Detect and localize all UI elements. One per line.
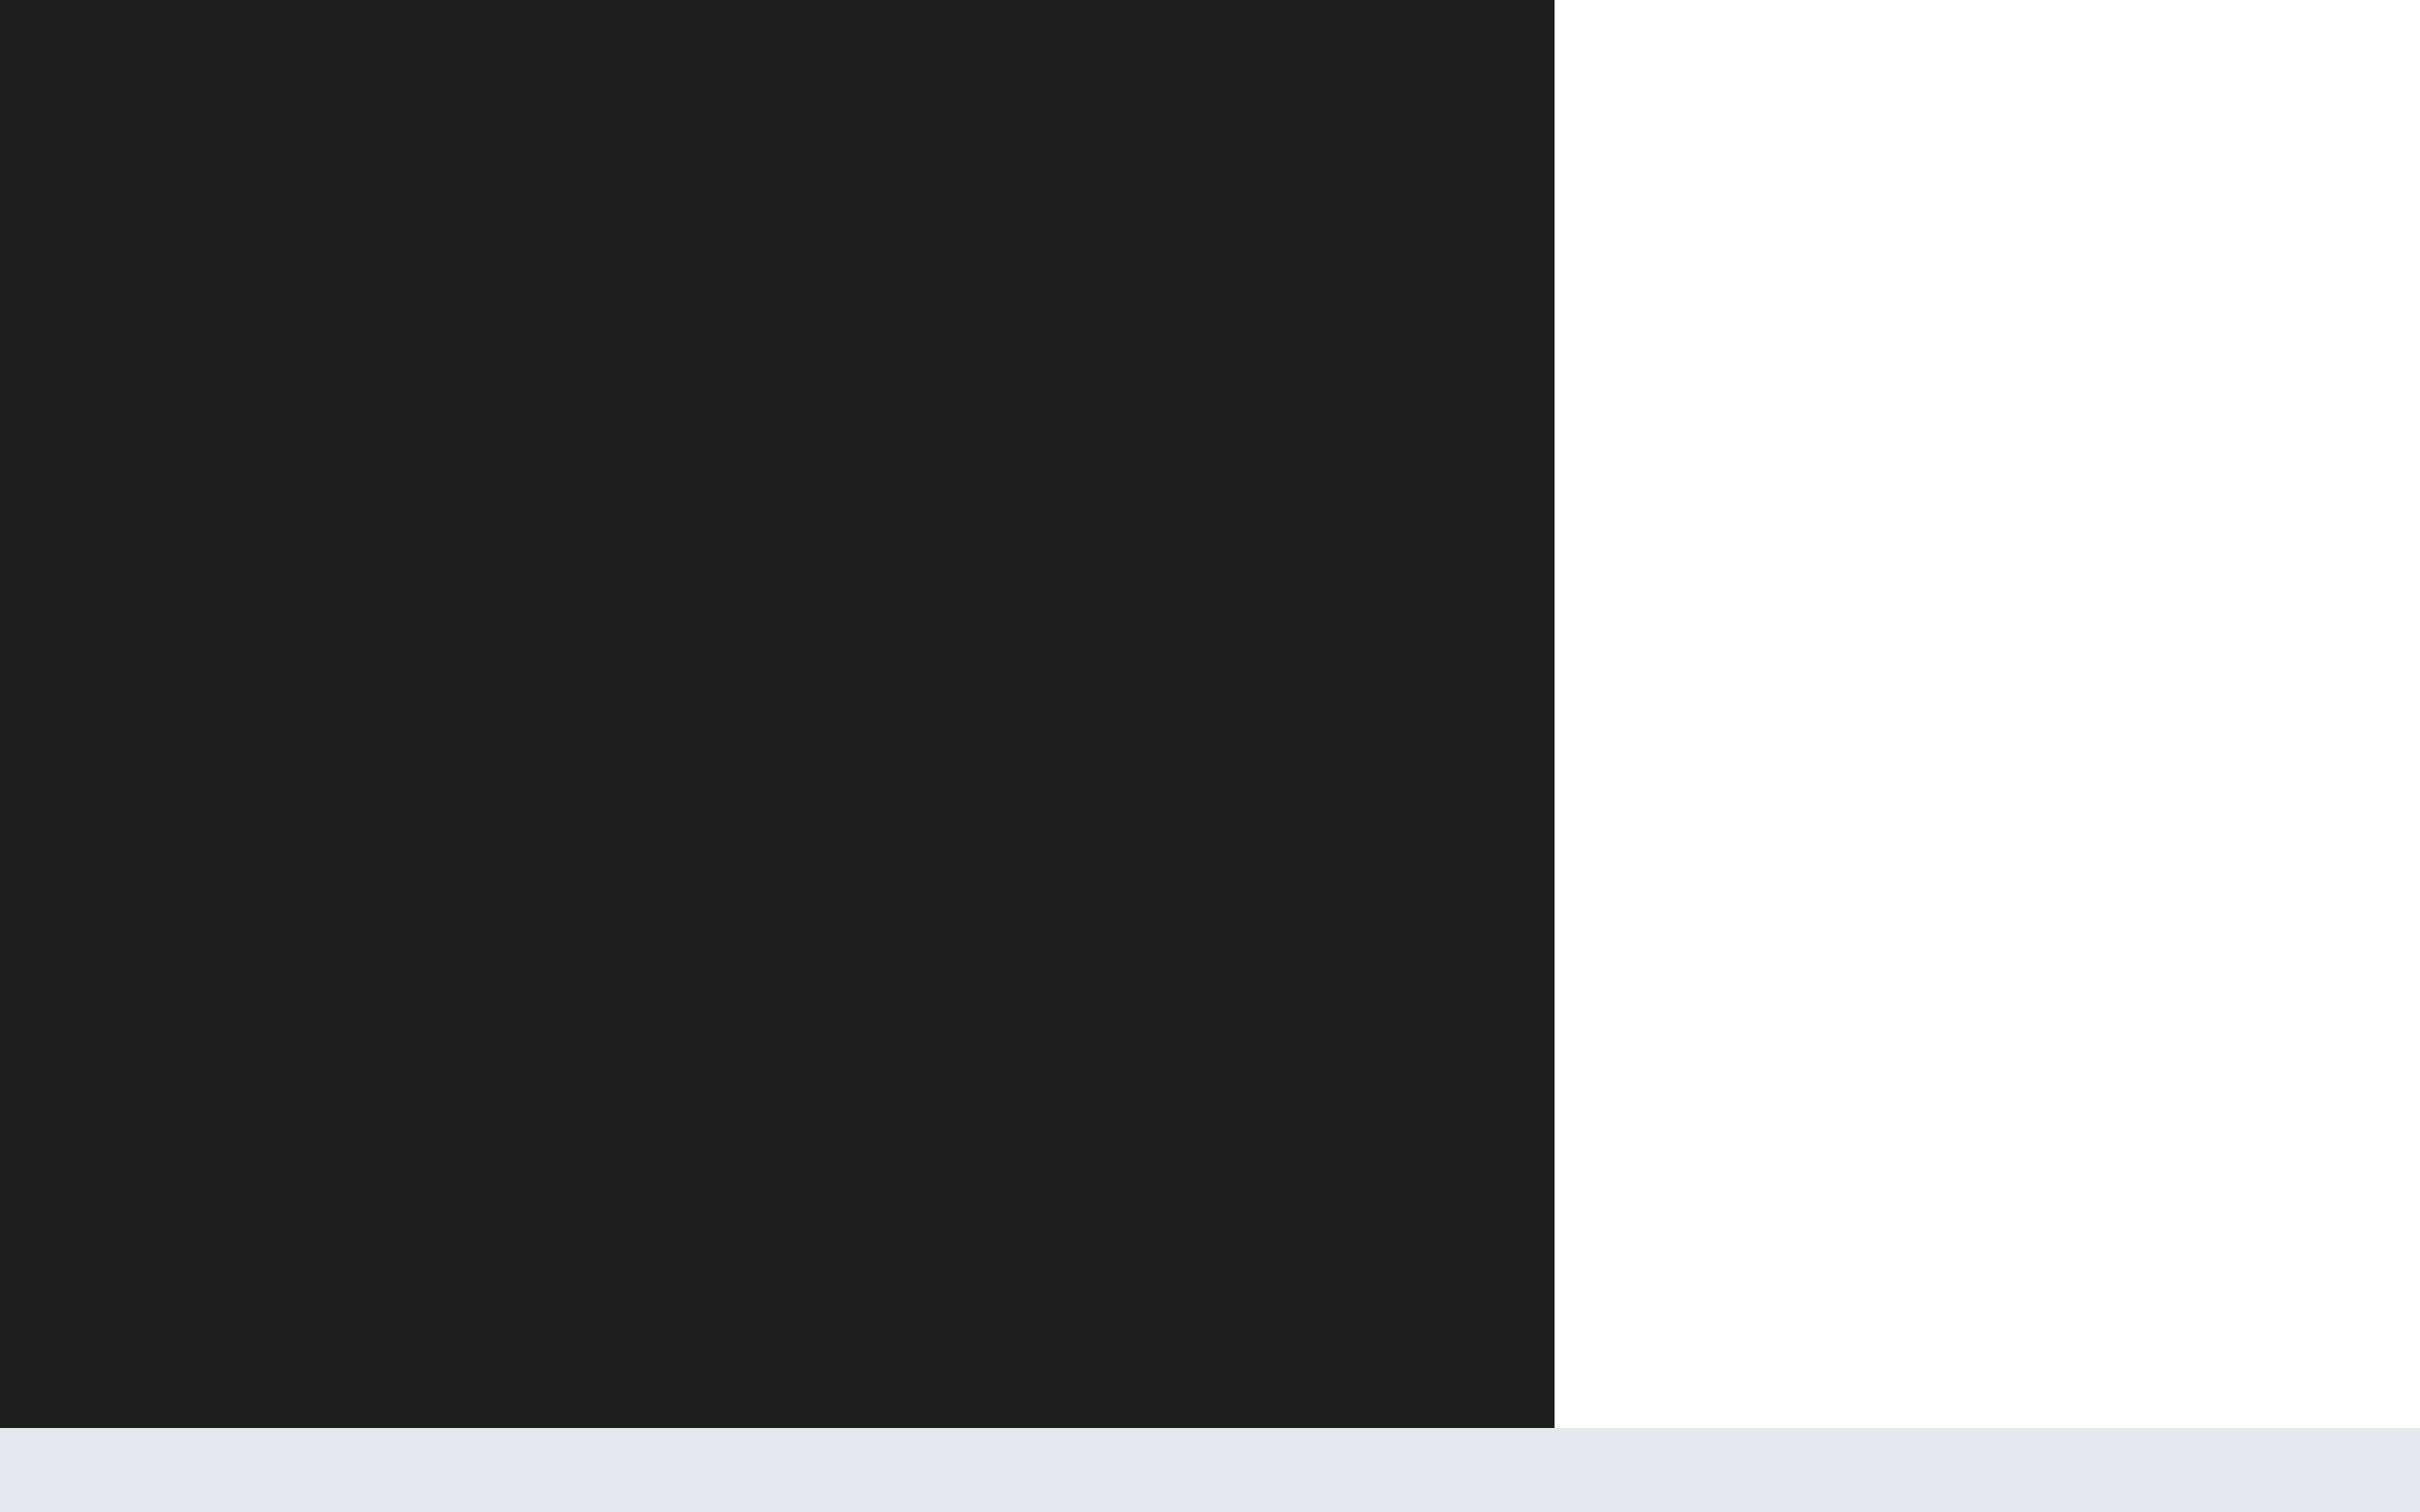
taskbar xyxy=(0,1428,2420,1512)
code-editor-pane xyxy=(0,0,1555,1428)
browser-pane xyxy=(1555,0,2420,1428)
